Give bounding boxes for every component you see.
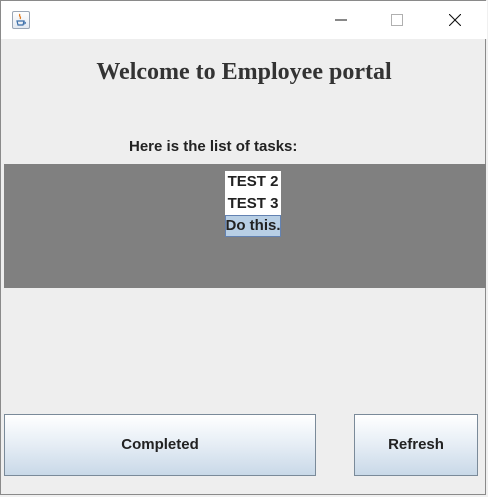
maximize-button[interactable] xyxy=(374,1,420,39)
minimize-button[interactable] xyxy=(318,1,364,39)
list-item[interactable]: TEST 2 xyxy=(225,171,281,193)
close-button[interactable] xyxy=(432,1,478,39)
list-item-selected[interactable]: Do this. xyxy=(225,215,281,237)
title-bar[interactable] xyxy=(1,1,487,39)
list-item[interactable]: TEST 3 xyxy=(225,193,281,215)
task-list-label: Here is the list of tasks: xyxy=(129,138,298,155)
task-list-panel: TEST 2 TEST 3 Do this. xyxy=(4,164,486,288)
refresh-button[interactable]: Refresh xyxy=(354,414,478,476)
app-window: Welcome to Employee portal Here is the l… xyxy=(0,0,487,495)
task-list[interactable]: TEST 2 TEST 3 Do this. xyxy=(225,171,281,237)
completed-button[interactable]: Completed xyxy=(4,414,316,476)
page-title: Welcome to Employee portal xyxy=(96,59,392,85)
java-cup-icon[interactable] xyxy=(12,11,30,29)
